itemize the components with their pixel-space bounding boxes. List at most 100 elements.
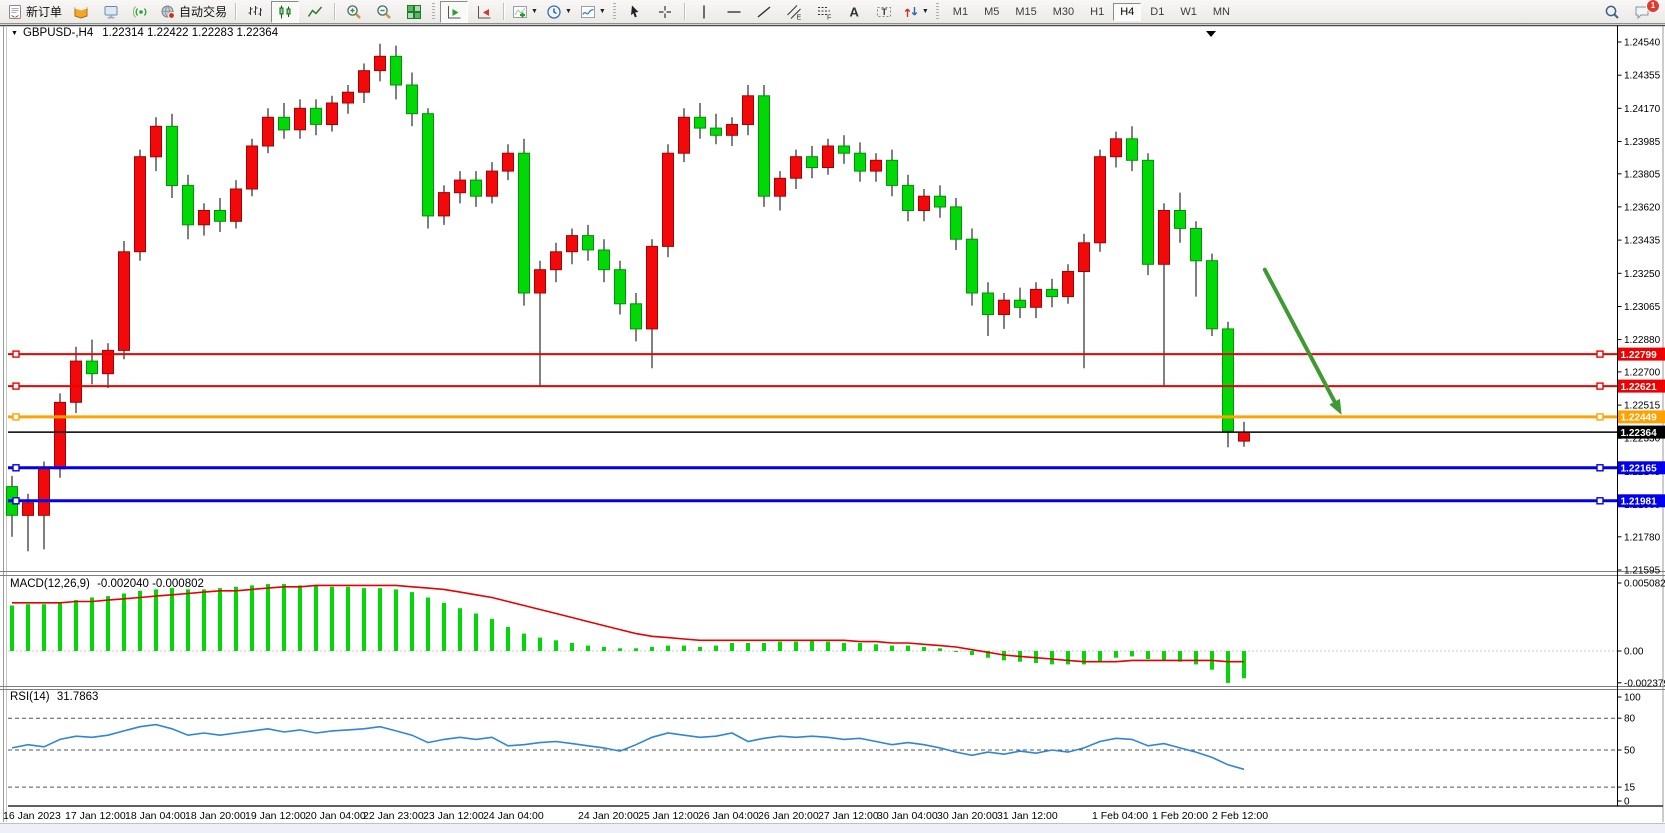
tab-timeframe-m15[interactable]: M15 — [1008, 3, 1043, 21]
tab-timeframe-h1[interactable]: H1 — [1083, 3, 1111, 21]
fibonacci-icon: F — [816, 4, 832, 20]
rsi-indicator-label: RSI(14) 31.7863 — [10, 691, 98, 703]
toolbar-equidistant-channel-button[interactable]: E — [780, 1, 808, 23]
chart-collapse-icon[interactable]: ▼ — [11, 30, 18, 37]
toolbar-separator — [334, 3, 335, 20]
toolbar-autotrading-label: 自动交易 — [179, 3, 227, 20]
toolbar-arrows-button[interactable]: ▼ — [900, 1, 932, 23]
tab-timeframe-h4[interactable]: H4 — [1113, 3, 1141, 21]
toolbar-auto-scroll-button[interactable] — [440, 1, 468, 23]
bar-chart-type-icon — [247, 4, 263, 20]
chevron-down-icon[interactable]: ▼ — [531, 8, 538, 15]
tab-timeframe-m1[interactable]: M1 — [946, 3, 975, 21]
tab-timeframe-m30[interactable]: M30 — [1046, 3, 1081, 21]
svg-text:1.23250: 1.23250 — [1624, 269, 1661, 280]
svg-text:18 Jan 20:00: 18 Jan 20:00 — [185, 810, 246, 822]
toolbar-cursor-button[interactable] — [621, 1, 649, 23]
tab-timeframe-mn[interactable]: MN — [1206, 3, 1237, 21]
svg-text:1.22799: 1.22799 — [1621, 350, 1658, 361]
svg-text:50: 50 — [1624, 746, 1636, 757]
toolbar-chart-shift-button[interactable] — [470, 1, 498, 23]
toolbar-text-button[interactable]: A — [840, 1, 868, 23]
toolbar-new-order-label: 新订单 — [26, 3, 62, 20]
toolbar-bar-chart-type-button[interactable] — [241, 1, 269, 23]
toolbar-metaeditor-book-button[interactable] — [67, 1, 95, 23]
toolbar-grip[interactable] — [936, 3, 939, 20]
zoom-out-icon — [376, 4, 392, 20]
svg-text:A: A — [849, 4, 859, 19]
periods-icon — [546, 4, 562, 20]
svg-text:0: 0 — [1624, 797, 1630, 808]
svg-text:1 Feb 04:00: 1 Feb 04:00 — [1092, 810, 1148, 822]
toolbar-zoom-in-button[interactable] — [340, 1, 368, 23]
tile-windows-icon — [406, 4, 422, 20]
toolbar-periods-button[interactable]: ▼ — [543, 1, 575, 23]
svg-text:1.23805: 1.23805 — [1624, 169, 1661, 180]
line-chart-type-icon — [307, 4, 323, 20]
toolbar-signals-button[interactable] — [127, 1, 155, 23]
svg-text:F: F — [827, 14, 831, 20]
chevron-down-icon[interactable]: ▼ — [922, 8, 929, 15]
svg-text:24 Jan 20:00: 24 Jan 20:00 — [578, 810, 639, 822]
tab-timeframe-w1[interactable]: W1 — [1173, 3, 1204, 21]
svg-text:1.23620: 1.23620 — [1624, 202, 1661, 213]
svg-text:1.22449: 1.22449 — [1621, 413, 1658, 424]
notification-badge: 1 — [1646, 0, 1660, 13]
status-bar — [0, 823, 1665, 833]
mt4-terminal-window: 新订单 自动交易 ▼ ▼ ▼ E F A T ▼ M1M5M15M30H1H4D1W1MN 1 1… — [0, 0, 1665, 833]
toolbar-search-button[interactable] — [1598, 1, 1626, 23]
crosshair-icon — [657, 4, 673, 20]
trendline-icon — [756, 4, 772, 20]
svg-text:1.22621: 1.22621 — [1621, 382, 1658, 393]
svg-text:1.22700: 1.22700 — [1624, 367, 1661, 378]
svg-text:1.22364: 1.22364 — [1621, 428, 1658, 439]
price-chart-canvas[interactable]: 1.245401.243551.241701.239851.238051.236… — [0, 0, 1665, 833]
toolbar-indicators-button[interactable]: ▼ — [509, 1, 541, 23]
toolbar-crosshair-button[interactable] — [651, 1, 679, 23]
text-label-icon: T — [876, 4, 892, 20]
timeframe-group: M1M5M15M30H1H4D1W1MN — [945, 3, 1238, 21]
svg-text:1.21595: 1.21595 — [1624, 566, 1661, 577]
toolbar-zoom-out-button[interactable] — [370, 1, 398, 23]
macd-values: -0.002040 -0.000802 — [97, 578, 204, 590]
svg-text:1.22165: 1.22165 — [1621, 464, 1658, 475]
svg-text:20 Jan 04:00: 20 Jan 04:00 — [305, 810, 366, 822]
zoom-in-icon — [346, 4, 362, 20]
svg-text:1 Feb 20:00: 1 Feb 20:00 — [1152, 810, 1208, 822]
toolbar-templates-button[interactable]: ▼ — [577, 1, 609, 23]
rsi-value: 31.7863 — [57, 691, 99, 703]
chevron-down-icon[interactable]: ▼ — [599, 8, 606, 15]
svg-text:19 Jan 12:00: 19 Jan 12:00 — [245, 810, 306, 822]
svg-text:30 Jan 20:00: 30 Jan 20:00 — [937, 810, 998, 822]
svg-text:17 Jan 12:00: 17 Jan 12:00 — [65, 810, 126, 822]
svg-text:1.23435: 1.23435 — [1624, 236, 1661, 247]
toolbar-new-order-button[interactable]: 新订单 — [4, 1, 65, 23]
horizontal-line-icon — [726, 4, 742, 20]
toolbar-chat-button[interactable]: 1 — [1628, 1, 1656, 23]
toolbar-grip[interactable] — [432, 3, 435, 20]
toolbar-fibonacci-button[interactable]: F — [810, 1, 838, 23]
toolbar-separator — [235, 3, 236, 20]
toolbar-text-label-button[interactable]: T — [870, 1, 898, 23]
macd-name: MACD(12,26,9) — [10, 578, 90, 590]
toolbar-trendline-button[interactable] — [750, 1, 778, 23]
arrows-icon — [903, 4, 919, 20]
equidistant-channel-icon: E — [786, 4, 802, 20]
svg-text:31 Jan 12:00: 31 Jan 12:00 — [997, 810, 1058, 822]
svg-text:1.22515: 1.22515 — [1624, 401, 1661, 412]
toolbar-candlestick-chart-type-button[interactable] — [271, 1, 299, 23]
svg-text:-0.002379: -0.002379 — [1624, 678, 1665, 689]
toolbar-line-chart-type-button[interactable] — [301, 1, 329, 23]
svg-text:1.23065: 1.23065 — [1624, 302, 1661, 313]
toolbar-horizontal-line-button[interactable] — [720, 1, 748, 23]
chevron-down-icon[interactable]: ▼ — [565, 8, 572, 15]
toolbar-vertical-line-button[interactable] — [690, 1, 718, 23]
tab-timeframe-d1[interactable]: D1 — [1143, 3, 1171, 21]
toolbar-tile-windows-button[interactable] — [400, 1, 428, 23]
toolbar-grip[interactable] — [613, 3, 616, 20]
rsi-name: RSI(14) — [10, 691, 50, 703]
toolbar-autotrading-button[interactable]: 自动交易 — [157, 1, 230, 23]
toolbar-market-watch-monitor-button[interactable] — [97, 1, 125, 23]
market-watch-monitor-icon — [103, 4, 119, 20]
tab-timeframe-m5[interactable]: M5 — [977, 3, 1006, 21]
